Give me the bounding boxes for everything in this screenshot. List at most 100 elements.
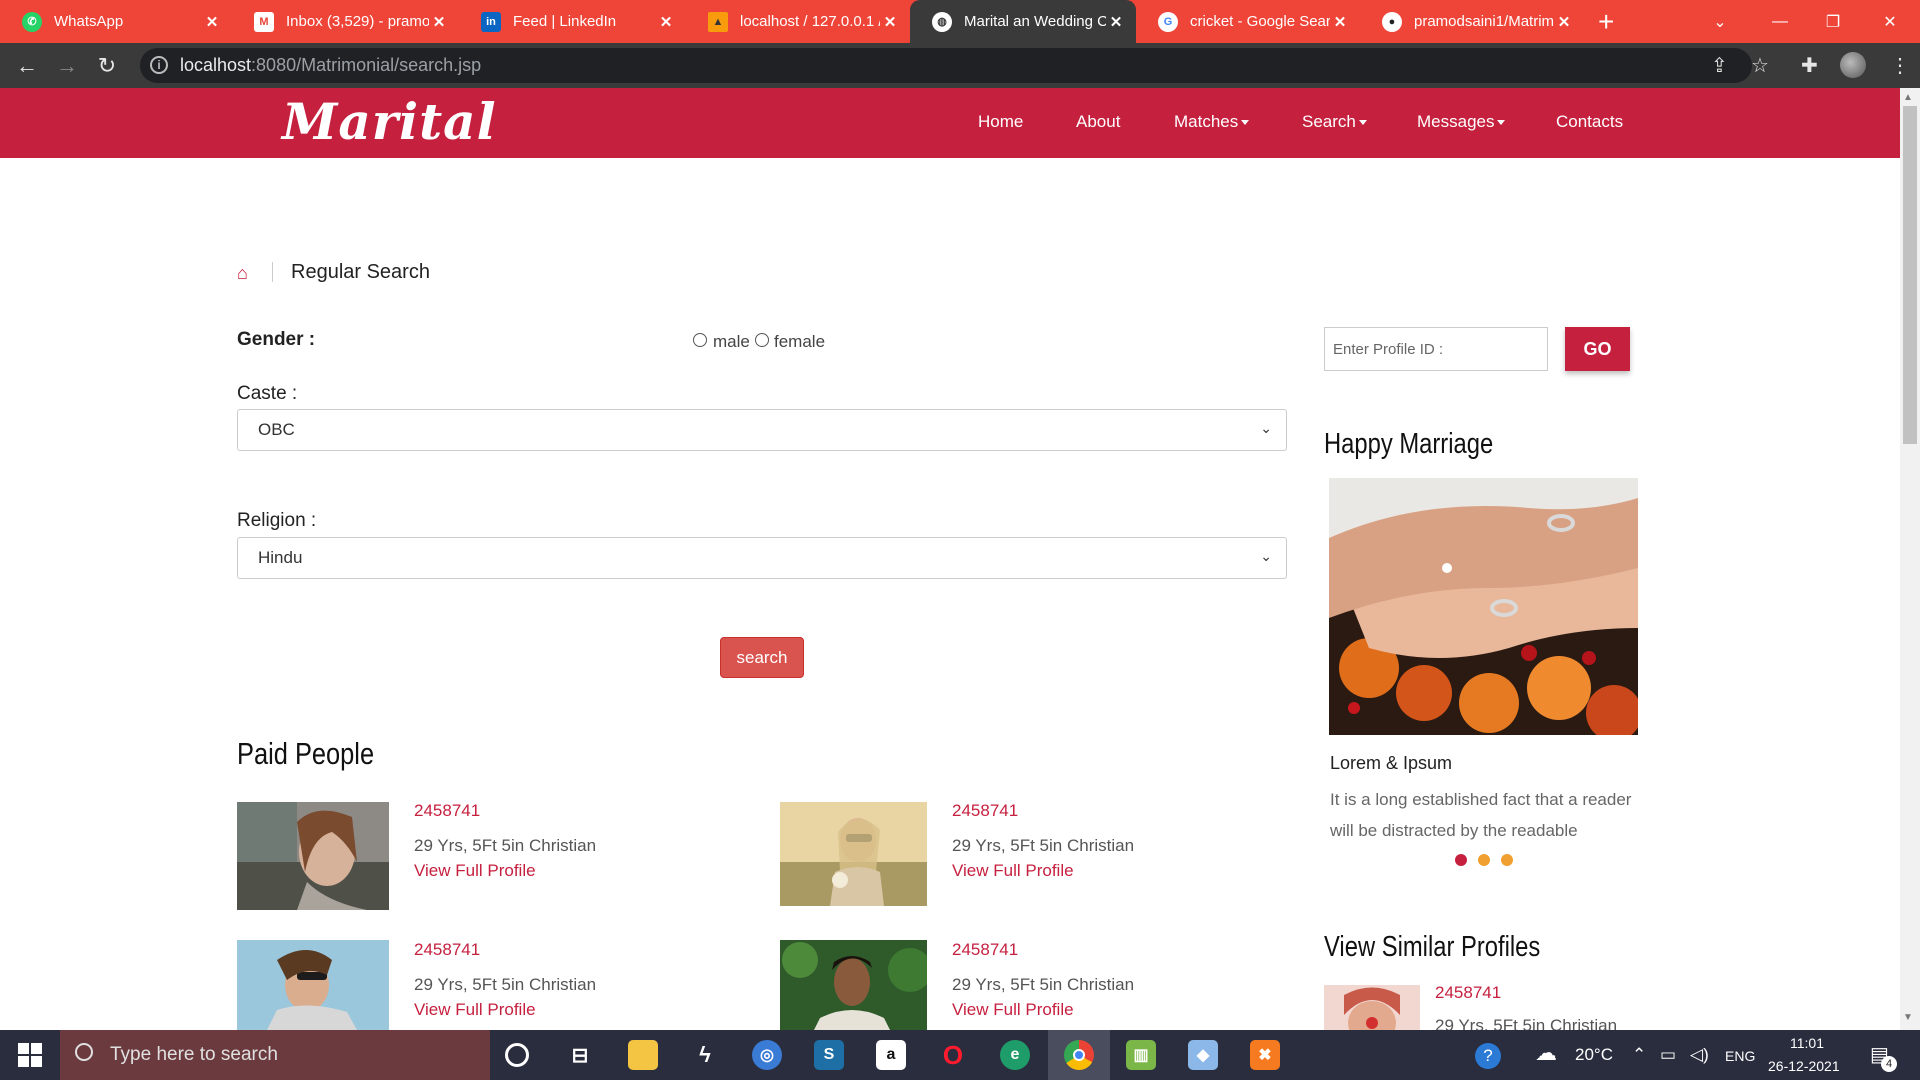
nav-messages[interactable]: Messages [1417, 112, 1506, 132]
restore-button[interactable]: ❐ [1803, 0, 1863, 43]
tab-marital-active[interactable]: ◍ Marital an Wedding C ✕ [910, 0, 1136, 43]
search-button[interactable]: search [720, 637, 804, 678]
religion-select[interactable]: Hindu ⌄ [237, 537, 1287, 579]
similar-profile-photo[interactable] [1324, 985, 1420, 1030]
scrollbar-thumb[interactable] [1903, 106, 1917, 444]
virtualbox-icon[interactable]: ◆ [1188, 1040, 1218, 1070]
volume-icon[interactable]: ◁) [1690, 1045, 1709, 1065]
radio-male[interactable] [693, 333, 707, 347]
tab-github[interactable]: ● pramodsaini1/Matrim ✕ [1360, 0, 1584, 43]
network-icon[interactable]: ▭ [1660, 1045, 1676, 1065]
gmail-icon: M [254, 11, 274, 32]
tab-google[interactable]: G cricket - Google Sear ✕ [1136, 0, 1360, 43]
profile-desc: 29 Yrs, 5Ft 5in Christian [952, 836, 1135, 855]
opera-icon[interactable]: O [938, 1040, 968, 1070]
new-tab-button[interactable]: + [1598, 6, 1614, 38]
nav-matches[interactable]: Matches [1174, 112, 1250, 132]
profile-photo[interactable] [780, 802, 927, 906]
profile-id[interactable]: 2458741 [414, 801, 480, 821]
view-full-profile-link[interactable]: View Full Profile [414, 861, 536, 881]
profile-photo[interactable] [237, 940, 389, 1030]
menu-dots-icon[interactable]: ⋮ [1890, 53, 1910, 78]
view-full-profile-link[interactable]: View Full Profile [952, 861, 1074, 881]
tab-label: Marital an Wedding C [964, 13, 1106, 30]
share-icon[interactable]: ⇪ [1711, 53, 1728, 78]
clock-time[interactable]: 11:01 [1790, 1035, 1824, 1051]
caste-select-value: OBC [258, 420, 295, 439]
tab-whatsapp[interactable]: ✆ WhatsApp ✕ [0, 0, 232, 43]
spreadsheet-app-icon[interactable]: ▥ [1126, 1040, 1156, 1070]
site-info-icon[interactable]: i [150, 56, 168, 74]
scroll-down-icon[interactable]: ▼ [1903, 1012, 1913, 1023]
chrome-icon[interactable] [1064, 1040, 1094, 1070]
profile-photo[interactable] [780, 940, 927, 1030]
xampp-icon[interactable]: ✖ [1250, 1040, 1280, 1070]
view-full-profile-link[interactable]: View Full Profile [952, 1000, 1074, 1020]
github-icon: ● [1382, 11, 1402, 32]
taskbar-search-box[interactable]: Type here to search [60, 1030, 490, 1080]
carousel-dot-active[interactable] [1455, 854, 1467, 866]
go-button[interactable]: GO [1565, 327, 1630, 371]
site-logo[interactable]: Marital [282, 92, 497, 151]
similar-profile-id[interactable]: 2458741 [1435, 983, 1501, 1003]
cortana-icon[interactable] [505, 1043, 529, 1067]
nav-contacts[interactable]: Contacts [1556, 112, 1623, 132]
task-view-icon[interactable]: ⊟ [565, 1040, 595, 1070]
radio-female[interactable] [755, 333, 769, 347]
profile-id[interactable]: 2458741 [414, 940, 480, 960]
minimize-button[interactable]: — [1750, 0, 1810, 43]
tab-gmail[interactable]: M Inbox (3,529) - pramo ✕ [232, 0, 459, 43]
happy-marriage-photo [1329, 478, 1638, 735]
reload-icon[interactable]: ↻ [92, 51, 122, 81]
help-icon[interactable]: ? [1475, 1043, 1501, 1069]
profile-photo[interactable] [237, 802, 389, 910]
carousel-dot[interactable] [1478, 854, 1490, 866]
tab-linkedin[interactable]: in Feed | LinkedIn ✕ [459, 0, 686, 43]
profile-id-input[interactable]: Enter Profile ID : [1324, 327, 1548, 371]
url-path: :8080/Matrimonial/search.jsp [251, 55, 482, 75]
clock-date[interactable]: 26-12-2021 [1768, 1058, 1840, 1074]
extensions-icon[interactable]: ✚ [1801, 53, 1818, 78]
temperature[interactable]: 20°C [1575, 1045, 1613, 1065]
caste-select[interactable]: OBC ⌄ [237, 409, 1287, 451]
nav-search[interactable]: Search [1302, 112, 1367, 132]
close-icon[interactable]: ✕ [1330, 13, 1350, 31]
close-icon[interactable]: ✕ [1554, 13, 1574, 31]
tray-chevron-up-icon[interactable]: ⌃ [1632, 1045, 1646, 1065]
carousel-caption-title: Lorem & Ipsum [1330, 753, 1453, 773]
scroll-up-icon[interactable]: ▲ [1903, 92, 1913, 103]
tab-phpmyadmin[interactable]: ▲ localhost / 127.0.0.1 / ✕ [686, 0, 910, 43]
close-icon[interactable]: ✕ [880, 13, 900, 31]
forward-icon[interactable]: → [52, 51, 82, 81]
amazon-icon[interactable]: a [876, 1040, 906, 1070]
nav-about[interactable]: About [1076, 112, 1120, 132]
app-s-icon[interactable]: S [814, 1040, 844, 1070]
close-icon[interactable]: ✕ [202, 13, 222, 31]
bookmark-star-icon[interactable]: ☆ [1751, 53, 1769, 78]
profile-id[interactable]: 2458741 [952, 801, 1018, 821]
profile-id[interactable]: 2458741 [952, 940, 1018, 960]
close-window-button[interactable]: ✕ [1860, 0, 1920, 43]
weather-icon[interactable]: ☁ [1535, 1040, 1557, 1066]
search-icon [75, 1043, 93, 1061]
file-explorer-icon[interactable] [628, 1040, 658, 1070]
view-full-profile-link[interactable]: View Full Profile [414, 1000, 536, 1020]
profile-photo-woman-1 [237, 802, 389, 910]
close-icon[interactable]: ✕ [429, 13, 449, 31]
back-icon[interactable]: ← [12, 51, 42, 81]
paid-people-title: Paid People [237, 736, 375, 771]
language-indicator[interactable]: ENG [1725, 1048, 1755, 1064]
tab-search-icon[interactable]: ⌄ [1690, 0, 1750, 43]
edge-icon[interactable]: e [1000, 1040, 1030, 1070]
address-bar[interactable]: localhost:8080/Matrimonial/search.jsp [140, 48, 1752, 83]
lightning-app-icon[interactable]: ϟ [690, 1040, 720, 1070]
home-icon[interactable]: ⌂ [237, 263, 248, 284]
profile-avatar[interactable] [1840, 52, 1866, 78]
carousel-dot[interactable] [1501, 854, 1513, 866]
profile-photo-woman-3 [237, 940, 389, 1030]
nav-home[interactable]: Home [978, 112, 1023, 132]
close-icon[interactable]: ✕ [1106, 13, 1126, 31]
chromium-icon[interactable]: ◎ [752, 1040, 782, 1070]
windows-start-icon[interactable] [18, 1043, 42, 1067]
close-icon[interactable]: ✕ [656, 13, 676, 31]
